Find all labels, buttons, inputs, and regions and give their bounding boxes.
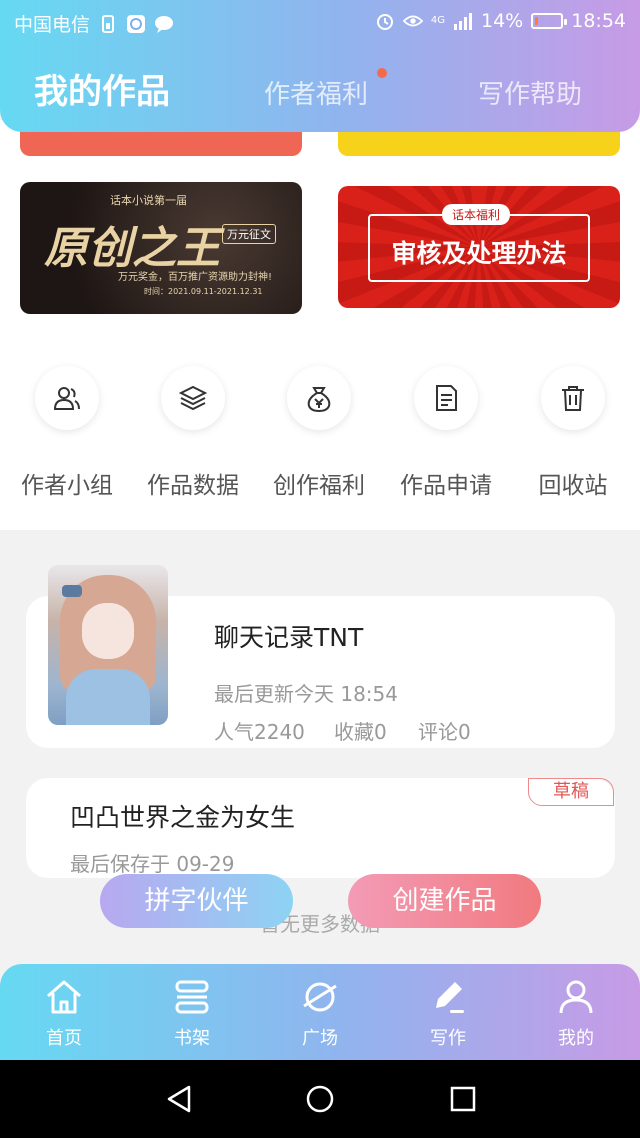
- quick-action-label: 回收站: [538, 473, 608, 499]
- banner-desc: 万元奖金，百万推广资源助力封神!: [118, 272, 273, 283]
- layers-icon: [161, 366, 225, 430]
- clock: 18:54: [571, 10, 626, 32]
- battery-percent: 14%: [481, 10, 524, 32]
- money-bag-icon: [287, 366, 351, 430]
- people-icon: [35, 366, 99, 430]
- home-icon: [44, 980, 84, 1020]
- signal-icon: [453, 11, 473, 31]
- spelling-partner-button[interactable]: 拼字伙伴: [100, 874, 293, 928]
- system-nav-bar: [0, 1060, 640, 1138]
- eye-icon: [402, 11, 423, 31]
- message-icon: [154, 14, 174, 34]
- create-work-button[interactable]: 创建作品: [348, 874, 541, 928]
- quick-action-label: 作者小组: [21, 473, 113, 499]
- app-notification-icon: [126, 14, 146, 34]
- document-icon: [414, 366, 478, 430]
- bookshelf-icon: [172, 980, 212, 1020]
- draft-badge: 草稿: [528, 778, 614, 806]
- nav-label: 首页: [46, 1028, 82, 1049]
- sim-icon: [98, 14, 118, 34]
- tab-author-benefits[interactable]: 作者福利: [264, 74, 368, 111]
- planet-icon: [300, 982, 340, 1020]
- quick-action-work-data[interactable]: 作品数据: [130, 366, 256, 500]
- banner-label: 话本福利: [442, 204, 511, 225]
- work-favorites: 收藏0: [334, 720, 387, 744]
- nav-label: 广场: [302, 1028, 338, 1049]
- banner-top-text: 话本小说第一届: [110, 194, 187, 207]
- status-bar: 中国电信 4G 14% 18:54: [0, 0, 640, 44]
- work-comments: 评论0: [418, 720, 471, 744]
- back-icon[interactable]: [164, 1084, 194, 1114]
- nav-write[interactable]: 写作: [398, 978, 498, 1050]
- draft-saved: 最后保存于 09-29: [70, 852, 235, 876]
- nav-label: 写作: [430, 1028, 466, 1049]
- trash-icon: [541, 366, 605, 430]
- bottom-nav: 首页 书架 广场 写作 我的: [0, 964, 640, 1060]
- pen-icon: [428, 982, 468, 1020]
- quick-action-creation-benefits[interactable]: 创作福利: [256, 366, 382, 500]
- nav-home[interactable]: 首页: [14, 978, 114, 1050]
- quick-action-label: 创作福利: [273, 473, 365, 499]
- quick-action-label: 作品申请: [400, 473, 492, 499]
- work-updated: 最后更新今天 18:54: [214, 682, 398, 706]
- alarm-icon: [375, 11, 395, 31]
- nav-bookshelf[interactable]: 书架: [142, 978, 242, 1050]
- draft-title[interactable]: 凹凸世界之金为女生: [70, 798, 295, 834]
- work-cover-image[interactable]: [48, 565, 168, 725]
- quick-action-author-group[interactable]: 作者小组: [4, 366, 130, 500]
- user-icon: [556, 980, 596, 1020]
- top-tabs: 我的作品 作者福利 写作帮助: [0, 58, 640, 118]
- nav-mine[interactable]: 我的: [526, 978, 626, 1050]
- banner-title: 原创之王: [44, 223, 220, 274]
- work-title[interactable]: 聊天记录TNT: [214, 618, 363, 654]
- banner-review-rules[interactable]: 话本福利 审核及处理办法: [338, 186, 620, 308]
- banner-time: 时间：2021.09.11-2021.12.31: [144, 287, 263, 296]
- nav-label: 书架: [174, 1028, 210, 1049]
- carrier-label: 中国电信: [14, 14, 91, 36]
- tab-writing-help[interactable]: 写作帮助: [478, 74, 582, 111]
- battery-icon: [531, 13, 568, 29]
- network-type: 4G: [430, 15, 445, 26]
- banner-title: 审核及处理办法: [391, 239, 567, 268]
- quick-action-label: 作品数据: [147, 473, 239, 499]
- home-circle-icon[interactable]: [305, 1084, 335, 1114]
- header: 中国电信 4G 14% 18:54 我的作品 作者福利 写作帮助: [0, 0, 640, 132]
- quick-action-recycle-bin[interactable]: 回收站: [510, 366, 636, 500]
- no-more-data: 暂无更多数据: [260, 912, 380, 936]
- banner-original-king[interactable]: 话本小说第一届 原创之王 万元征文 万元奖金，百万推广资源助力封神! 时间：20…: [20, 182, 302, 314]
- nav-label: 我的: [558, 1028, 594, 1049]
- nav-square[interactable]: 广场: [270, 978, 370, 1050]
- recent-apps-icon[interactable]: [448, 1084, 478, 1114]
- tab-my-works[interactable]: 我的作品: [34, 64, 170, 113]
- notification-dot: [377, 68, 387, 78]
- banner-tag: 万元征文: [222, 224, 276, 244]
- work-popularity: 人气2240: [214, 720, 305, 744]
- quick-action-work-apply[interactable]: 作品申请: [383, 366, 509, 500]
